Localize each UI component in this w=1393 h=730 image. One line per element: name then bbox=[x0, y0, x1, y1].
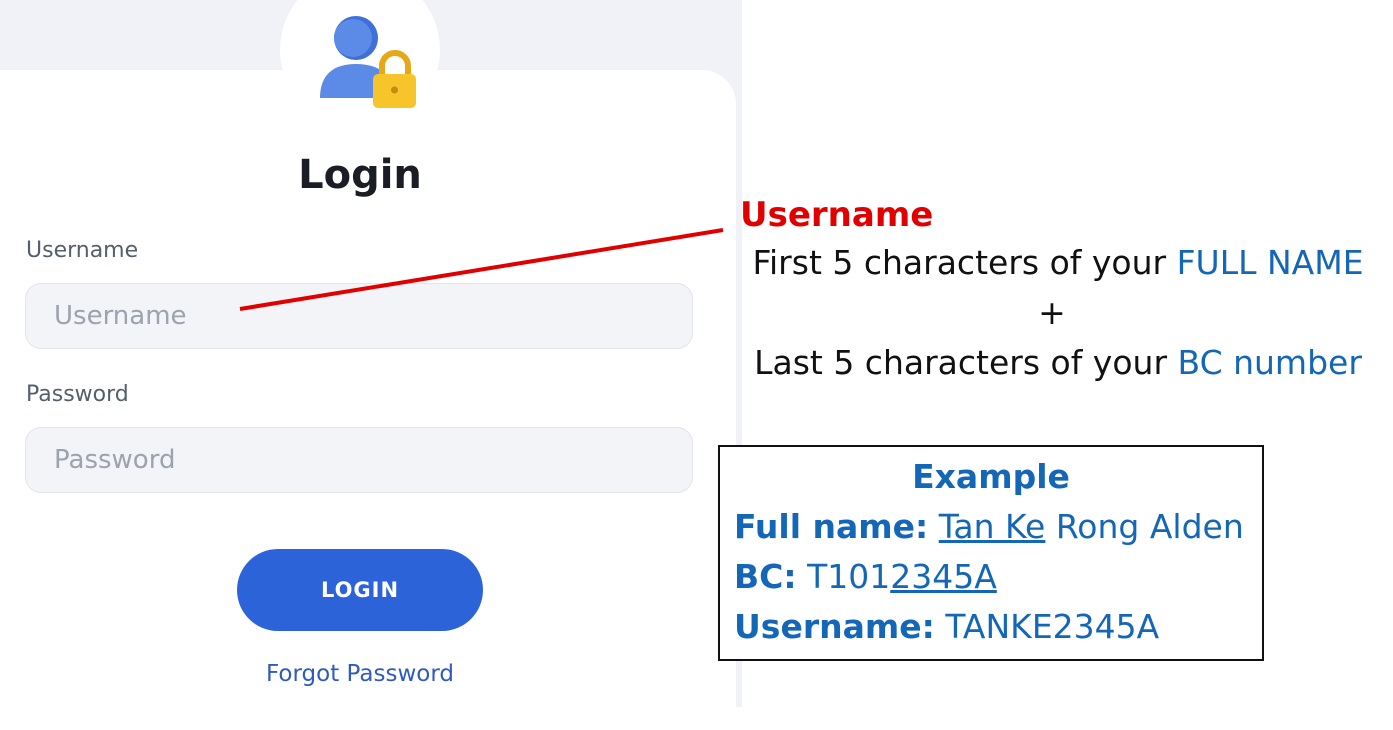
example-fullname-rest: Rong Alden bbox=[1045, 507, 1244, 546]
example-username-value: TANKE2345A bbox=[945, 607, 1160, 646]
page-title: Login bbox=[298, 152, 422, 198]
example-username-row: Username: TANKE2345A bbox=[734, 607, 1159, 646]
annotation-rule-line-2: Last 5 characters of your BC number bbox=[742, 343, 1374, 382]
example-bc-label: BC: bbox=[734, 557, 797, 596]
annotation-rule-text-1: First 5 characters of your bbox=[752, 243, 1177, 282]
username-input[interactable] bbox=[25, 283, 693, 349]
example-fullname-label: Full name: bbox=[734, 507, 929, 546]
example-fullname-row: Full name: Tan Ke Rong Alden bbox=[734, 507, 1244, 546]
example-fullname-underlined: Tan Ke bbox=[938, 507, 1046, 546]
password-label: Password bbox=[26, 382, 129, 407]
password-input[interactable] bbox=[25, 427, 693, 493]
example-username-label: Username: bbox=[734, 607, 935, 646]
example-bc-plain: T101 bbox=[807, 557, 891, 596]
annotation-plus: + bbox=[1038, 293, 1066, 332]
annotation-highlight-full-name: FULL NAME bbox=[1176, 243, 1364, 282]
example-heading: Example bbox=[912, 457, 1070, 496]
login-button[interactable]: LOGIN bbox=[237, 549, 483, 631]
annotation-highlight-bc-number: BC number bbox=[1177, 343, 1362, 382]
example-bc-row: BC: T1012345A bbox=[734, 557, 997, 596]
example-bc-underlined: 2345A bbox=[890, 557, 997, 596]
annotation-title: Username bbox=[740, 195, 934, 235]
forgot-password-link[interactable]: Forgot Password bbox=[0, 661, 720, 687]
annotation-rule-text-2: Last 5 characters of your bbox=[754, 343, 1178, 382]
username-label: Username bbox=[26, 238, 139, 263]
annotation-rule-line-1: First 5 characters of your FULL NAME bbox=[742, 243, 1374, 282]
example-box: Example Full name: Tan Ke Rong Alden BC:… bbox=[718, 445, 1264, 661]
user-lock-icon bbox=[320, 16, 416, 108]
